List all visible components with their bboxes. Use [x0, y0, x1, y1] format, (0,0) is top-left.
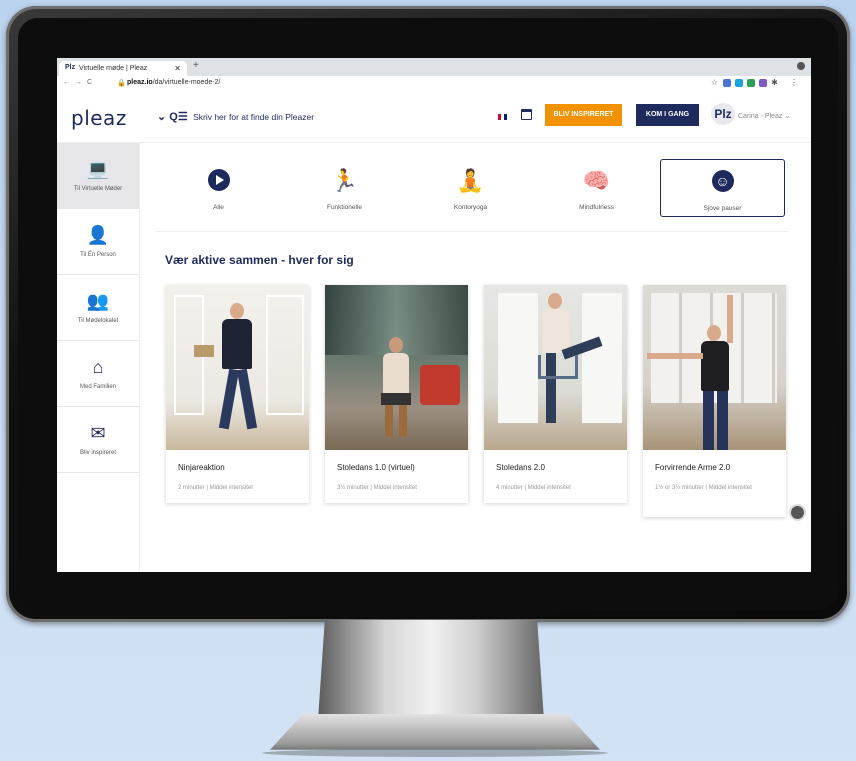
- category-filter-bar: Alle 🏃 Funktionelle 🧘 Kontoryoga 🧠 Mindf…: [156, 159, 788, 232]
- category-label: Mindfulness: [579, 204, 614, 211]
- search-icon: ⌄ Q☰: [157, 111, 188, 123]
- category-office-yoga[interactable]: 🧘 Kontoryoga: [408, 159, 533, 219]
- monitor-screen: Plz Virtuelle møde | Pleaz ✕ + ←→C 🔒 ple…: [57, 58, 811, 572]
- video-thumbnail[interactable]: [166, 285, 309, 450]
- brain-icon: 🧠: [582, 168, 611, 193]
- video-thumbnail[interactable]: [484, 285, 627, 450]
- person-icon: 👤: [86, 225, 110, 245]
- category-label: Sjove pauser: [703, 205, 742, 212]
- chevron-down-icon: ⌄: [784, 113, 791, 120]
- sidebar-item-family[interactable]: ⌂ Med Familien: [57, 341, 139, 407]
- home-icon: ⌂: [92, 357, 104, 377]
- section-title: Vær aktive sammen - hver for sig: [165, 253, 354, 267]
- url-field[interactable]: pleaz.io/da/virtuelle-moede-2/: [127, 79, 220, 86]
- inspire-button[interactable]: BLIV INSPIRERET: [545, 104, 622, 126]
- user-menu[interactable]: Carina - Pleaz ⌄: [738, 112, 790, 120]
- category-label: Alle: [213, 204, 224, 211]
- video-card[interactable]: Ninjareaktion 2 minutter | Middel intens…: [166, 285, 309, 503]
- extension-icons[interactable]: ☆ ✱ ⋮: [711, 78, 803, 87]
- group-icon: 👥: [86, 291, 110, 311]
- sidebar-item-meeting-room[interactable]: 👥 Til Mødelokalet: [57, 275, 139, 341]
- browser-nav-icons[interactable]: ←→C: [63, 79, 97, 86]
- card-meta: 4 minutter | Middel intensitet: [496, 485, 571, 491]
- sidebar: 💻 Til Virtuelle Møder 👤 Til Én Person 👥 …: [57, 143, 140, 572]
- url-domain: pleaz.io: [127, 79, 153, 86]
- card-meta: 3½ minutter | Middel intensitet: [337, 485, 417, 491]
- card-meta: 1½ or 3½ minutter | Middel intensitet: [655, 485, 752, 491]
- lock-icon: 🔒: [117, 80, 126, 87]
- browser-menu-dot-icon[interactable]: [797, 62, 805, 70]
- browser-tab[interactable]: Plz Virtuelle møde | Pleaz ✕: [59, 61, 187, 76]
- video-thumbnail[interactable]: [325, 285, 468, 450]
- card-title: Ninjareaktion: [178, 463, 225, 472]
- notification-bell-icon[interactable]: [791, 506, 804, 519]
- category-label: Funktionelle: [326, 204, 363, 211]
- sidebar-item-virtual[interactable]: 💻 Til Virtuelle Møder: [57, 143, 139, 209]
- monitor-stand-neck: [318, 620, 544, 720]
- sidebar-item-label: Til Virtuelle Møder: [73, 186, 123, 192]
- uk-flag-icon[interactable]: [498, 114, 507, 120]
- sidebar-item-label: Bliv inspireret: [79, 450, 116, 456]
- sidebar-item-label: Til Mødelokalet: [77, 318, 119, 324]
- category-functional[interactable]: 🏃 Funktionelle: [282, 159, 407, 219]
- url-path: /da/virtuelle-moede-2/: [152, 79, 221, 86]
- smile-icon: ☺: [711, 170, 734, 192]
- user-name: Carina - Pleaz: [738, 113, 783, 120]
- video-card[interactable]: Forvirrende Arme 2.0 1½ or 3½ minutter |…: [643, 285, 786, 517]
- search-placeholder: Skriv her for at finde din Pleazer: [193, 112, 315, 122]
- pleaz-logo[interactable]: pleaz: [71, 106, 127, 130]
- card-meta: 2 minutter | Middel intensitet: [178, 485, 253, 491]
- video-card[interactable]: Stoledans 1.0 (virtuel) 3½ minutter | Mi…: [325, 285, 468, 503]
- site-header: pleaz ⌄ Q☰ Skriv her for at finde din Pl…: [57, 92, 811, 143]
- card-title: Forvirrende Arme 2.0: [655, 463, 731, 472]
- card-title: Stoledans 2.0: [496, 463, 545, 472]
- close-tab-icon[interactable]: ✕: [174, 64, 181, 73]
- category-all[interactable]: Alle: [156, 159, 281, 219]
- get-started-button[interactable]: KOM I GANG: [636, 104, 699, 126]
- video-thumbnail[interactable]: [643, 285, 786, 450]
- search-bar[interactable]: ⌄ Q☰ Skriv her for at finde din Pleazer: [157, 110, 314, 123]
- card-title: Stoledans 1.0 (virtuel): [337, 463, 415, 472]
- calendar-icon[interactable]: [521, 109, 532, 120]
- yoga-icon: 🧘: [456, 168, 485, 193]
- category-fun-breaks[interactable]: ☺ Sjove pauser: [660, 159, 785, 217]
- sidebar-item-label: Med Familien: [79, 384, 116, 390]
- sidebar-item-one-person[interactable]: 👤 Til Én Person: [57, 209, 139, 275]
- browser-tab-bar: Plz Virtuelle møde | Pleaz ✕ +: [57, 58, 811, 76]
- laptop-icon: 💻: [86, 159, 110, 179]
- sidebar-item-label: Til Én Person: [80, 252, 116, 258]
- monitor-base-shadow: [262, 749, 608, 757]
- sidebar-item-inspire[interactable]: ✉ Bliv inspireret: [57, 407, 139, 473]
- favicon-icon: Plz: [65, 64, 76, 71]
- tab-title: Virtuelle møde | Pleaz: [79, 65, 148, 72]
- exercise-icon: 🏃: [330, 168, 359, 193]
- avatar[interactable]: Plz: [711, 103, 735, 125]
- new-tab-icon[interactable]: +: [193, 60, 199, 71]
- mail-icon: ✉: [90, 423, 106, 443]
- play-icon: [207, 169, 230, 191]
- video-card[interactable]: Stoledans 2.0 4 minutter | Middel intens…: [484, 285, 627, 503]
- category-mindfulness[interactable]: 🧠 Mindfulness: [534, 159, 659, 219]
- address-bar: ←→C 🔒 pleaz.io/da/virtuelle-moede-2/ ☆ ✱ …: [57, 76, 811, 93]
- category-label: Kontoryoga: [453, 204, 488, 211]
